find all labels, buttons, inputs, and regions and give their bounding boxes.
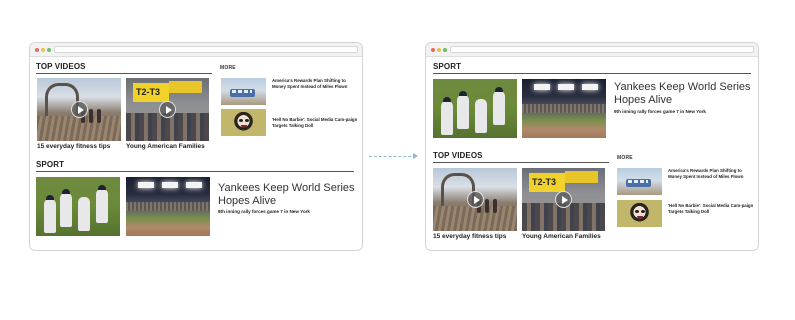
- walkway-shape: [37, 115, 121, 141]
- player-figure: [60, 193, 72, 227]
- more-link[interactable]: MORE: [220, 65, 236, 71]
- player-figure: [44, 199, 56, 233]
- play-icon[interactable]: [467, 191, 484, 208]
- player-figure: [493, 91, 505, 125]
- sport-subhead: 9th inning rally forces game 7 in New Yo…: [218, 209, 310, 214]
- play-icon[interactable]: [159, 101, 176, 118]
- sign-text: T2-T3: [531, 176, 556, 187]
- sport-subhead: 9th inning rally forces game 7 in New Yo…: [614, 109, 706, 114]
- stadium-light: [534, 83, 550, 90]
- player-figure: [441, 101, 453, 135]
- face-eye-shape: [245, 119, 250, 123]
- face-eye-shape: [239, 119, 243, 123]
- stands-shape: [522, 103, 606, 114]
- player-cap: [46, 195, 54, 200]
- side-item-thumb[interactable]: [221, 78, 266, 105]
- top-videos-heading: TOP VIDEOS: [433, 151, 483, 160]
- player-figure: [96, 189, 108, 223]
- browser-toolbar: [30, 43, 362, 57]
- sport-image-players[interactable]: [36, 177, 120, 236]
- side-item-thumb[interactable]: [617, 168, 662, 195]
- player-cap: [495, 87, 503, 92]
- side-item-thumb[interactable]: [617, 200, 662, 227]
- station-sign-shape: [565, 170, 599, 184]
- after-browser-window: SPORT Yankees Keep World Series Hopes Al…: [425, 42, 759, 251]
- player-figure: [475, 99, 487, 133]
- runner-figure: [97, 109, 102, 124]
- video-caption[interactable]: Young American Families: [522, 233, 601, 240]
- runner-figure: [493, 199, 498, 214]
- section-rule: [433, 162, 609, 163]
- stadium-light: [138, 181, 154, 188]
- address-bar[interactable]: [54, 46, 358, 53]
- sport-image-players[interactable]: [433, 79, 517, 138]
- side-item-title[interactable]: America's Rewards Plan Shifting to Money…: [272, 78, 358, 90]
- sport-headline[interactable]: Yankees Keep World Series Hopes Alive: [218, 182, 358, 208]
- video-thumb-fitness[interactable]: [37, 78, 121, 141]
- section-rule: [36, 73, 212, 74]
- station-sign-shape: [169, 80, 203, 94]
- section-rule: [433, 73, 751, 74]
- sport-headline[interactable]: Yankees Keep World Series Hopes Alive: [614, 81, 754, 107]
- side-item-title[interactable]: America's Rewards Plan Shifting to Money…: [668, 168, 754, 180]
- more-link[interactable]: MORE: [617, 155, 633, 161]
- side-item-thumb[interactable]: [221, 109, 266, 136]
- face-mouth-shape: [636, 215, 643, 219]
- close-window-dot-icon[interactable]: [35, 48, 39, 52]
- train-shape: [230, 88, 255, 97]
- player-cap: [98, 185, 106, 190]
- train-shape: [626, 178, 651, 187]
- minimize-window-dot-icon[interactable]: [437, 48, 441, 52]
- video-caption[interactable]: 15 everyday fitness tips: [433, 233, 506, 240]
- player-figure: [78, 197, 90, 231]
- player-cap: [443, 97, 451, 102]
- address-bar[interactable]: [450, 46, 754, 53]
- player-cap: [62, 189, 70, 194]
- walkway-shape: [433, 205, 517, 231]
- stadium-light: [162, 181, 178, 188]
- transition-arrow-line: [369, 156, 416, 157]
- stadium-light: [558, 83, 574, 90]
- top-videos-heading: TOP VIDEOS: [36, 62, 86, 71]
- maximize-window-dot-icon[interactable]: [47, 48, 51, 52]
- video-caption[interactable]: Young American Families: [126, 143, 205, 150]
- player-figure: [457, 95, 469, 129]
- sport-image-stadium[interactable]: [522, 79, 606, 138]
- stadium-light: [186, 181, 202, 188]
- runner-figure: [89, 109, 94, 124]
- sport-heading: SPORT: [433, 62, 462, 71]
- play-icon[interactable]: [555, 191, 572, 208]
- stands-shape: [126, 201, 210, 212]
- video-thumb-families[interactable]: T2-T3: [522, 168, 605, 231]
- sign-text: T2-T3: [135, 86, 160, 97]
- face-eye-shape: [635, 210, 639, 214]
- play-icon[interactable]: [71, 101, 88, 118]
- player-cap: [459, 91, 467, 96]
- side-item-title[interactable]: 'Hell No Barbie': Social Media Cam-paign…: [668, 203, 754, 215]
- sport-image-stadium[interactable]: [126, 177, 210, 236]
- before-browser-window: TOP VIDEOS MORE 15 everyday fitness tips…: [29, 42, 363, 251]
- arrow-right-icon: [413, 153, 418, 159]
- video-thumb-fitness[interactable]: [433, 168, 517, 231]
- video-caption[interactable]: 15 everyday fitness tips: [37, 143, 110, 150]
- video-thumb-families[interactable]: T2-T3: [126, 78, 209, 141]
- close-window-dot-icon[interactable]: [431, 48, 435, 52]
- minimize-window-dot-icon[interactable]: [41, 48, 45, 52]
- face-eye-shape: [641, 210, 646, 214]
- face-mouth-shape: [240, 124, 247, 128]
- browser-toolbar: [426, 43, 758, 57]
- stadium-light: [582, 83, 598, 90]
- sport-heading: SPORT: [36, 160, 65, 169]
- maximize-window-dot-icon[interactable]: [443, 48, 447, 52]
- side-item-title[interactable]: 'Hell No Barbie': Social Media Cam-paign…: [272, 117, 358, 129]
- runner-figure: [485, 199, 490, 214]
- section-rule: [36, 171, 354, 172]
